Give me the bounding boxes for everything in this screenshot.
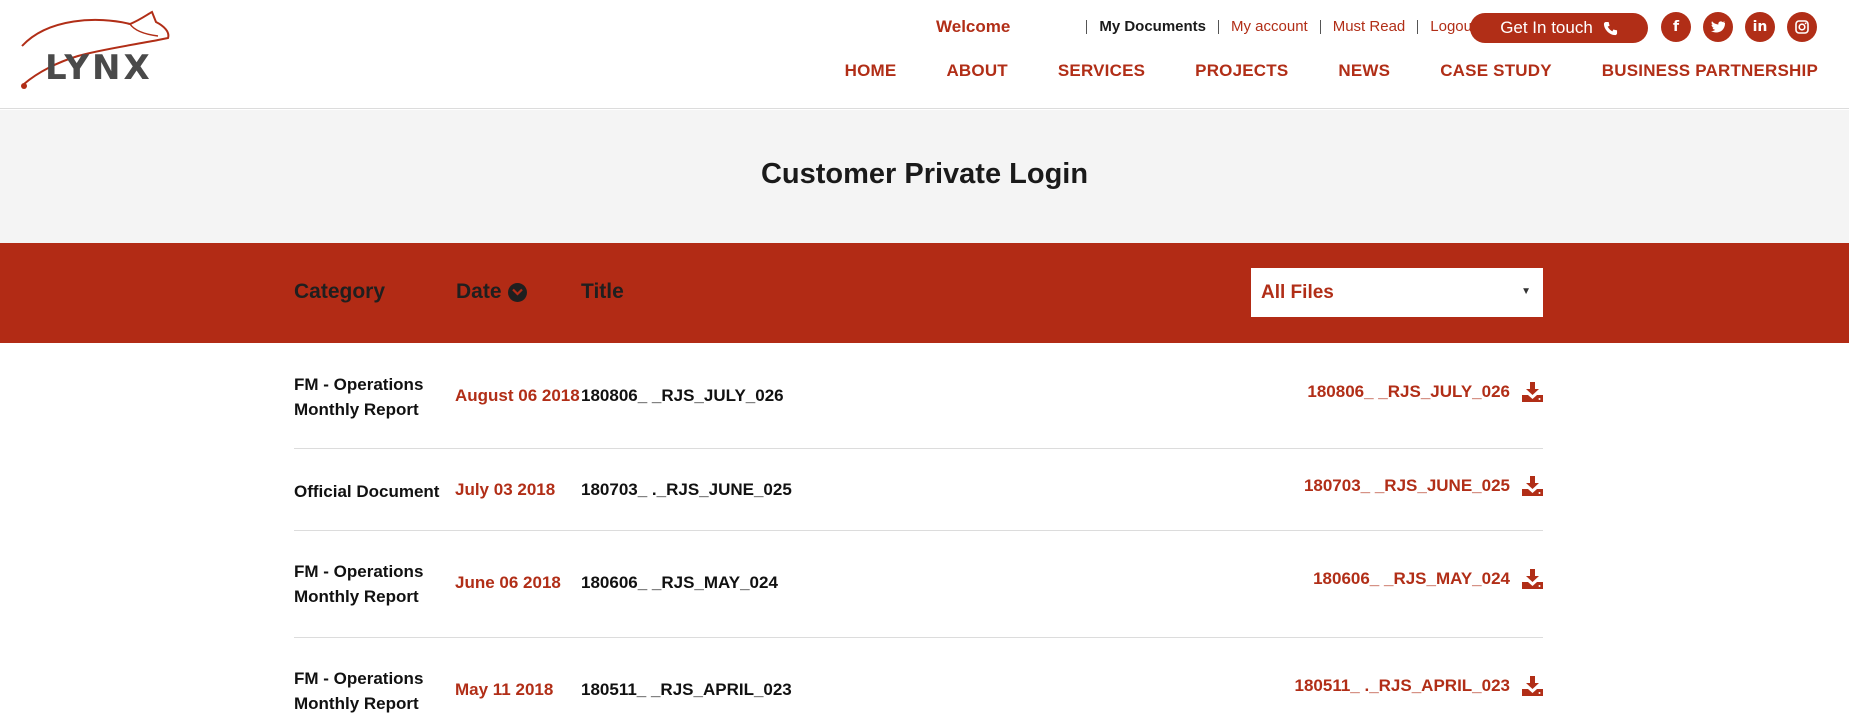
my-account-link[interactable]: My account [1218,19,1320,34]
row-title: 180606_ _RJS_MAY_024 [581,573,778,592]
title-column-header: Title [581,280,624,303]
download-file-name: 180703_ _RJS_JUNE_025 [1303,476,1510,495]
nav-services[interactable]: SERVICES [1058,61,1145,81]
phone-icon [1603,21,1617,35]
nav-about[interactable]: ABOUT [946,61,1007,81]
linkedin-icon[interactable]: in [1745,12,1775,42]
nav-case-study[interactable]: CASE STUDY [1440,61,1552,81]
download-link[interactable]: 180606_ _RJS_MAY_024 [1313,569,1543,589]
nav-home[interactable]: HOME [845,61,897,81]
category-column-header: Category [294,280,386,303]
row-category: FM - Operations Monthly Report [294,669,424,713]
get-in-touch-button[interactable]: Get In touch [1470,13,1648,43]
chevron-down-circle-icon[interactable] [507,282,527,302]
caret-down-icon: ▼ [1521,286,1531,297]
top-utility-bar: Welcome My Documents My account Must Rea… [936,16,1498,38]
main-nav: HOME ABOUT SERVICES PROJECTS NEWS CASE S… [845,61,1818,81]
row-category: FM - Operations Monthly Report [294,562,424,606]
table-row: FM - Operations Monthly Report June 06 2… [294,531,1543,638]
download-file-name: 180511_ ._RJS_APRIL_023 [1294,676,1511,695]
table-row: FM - Operations Monthly Report August 06… [294,343,1543,449]
must-read-link[interactable]: Must Read [1319,19,1418,34]
download-file-name: 180806_ _RJS_JULY_026 [1307,382,1510,401]
documents-table-header: Category Date Title All Files ▼ [0,243,1849,343]
download-icon[interactable] [1522,476,1543,496]
nav-business-partnership[interactable]: BUSINESS PARTNERSHIP [1602,61,1818,81]
download-file-name: 180606_ _RJS_MAY_024 [1313,569,1510,588]
table-row: FM - Operations Monthly Report May 11 20… [294,638,1543,728]
date-header-label: Date [456,280,502,303]
site-header: LYNX Welcome My Documents My account Mus… [0,0,1849,109]
nav-news[interactable]: NEWS [1338,61,1390,81]
row-date: August 06 2018 [455,386,580,405]
table-row: Official Document July 03 2018 180703_ .… [294,449,1543,531]
instagram-icon[interactable] [1787,12,1817,42]
download-link[interactable]: 180511_ ._RJS_APRIL_023 [1294,676,1543,696]
logo-text: LYNX [45,48,153,88]
file-filter-value: All Files [1261,281,1334,303]
row-date: May 11 2018 [455,680,554,699]
file-filter-select[interactable]: All Files ▼ [1251,268,1543,317]
download-icon[interactable] [1522,676,1543,696]
download-link[interactable]: 180703_ _RJS_JUNE_025 [1304,476,1543,496]
welcome-text: Welcome [936,17,1011,36]
row-title: 180703_ ._RJS_JUNE_025 [581,480,792,499]
get-in-touch-label: Get In touch [1500,18,1593,37]
twitter-icon[interactable] [1703,12,1733,42]
row-date: July 03 2018 [455,480,556,499]
page-title: Customer Private Login [760,158,1089,190]
download-icon[interactable] [1522,382,1543,402]
row-category: FM - Operations Monthly Report [294,375,424,419]
facebook-icon[interactable]: f [1661,12,1691,42]
nav-projects[interactable]: PROJECTS [1195,61,1288,81]
title-band: Customer Private Login [0,110,1849,243]
download-link[interactable]: 180806_ _RJS_JULY_026 [1307,382,1543,402]
row-title: 180806_ _RJS_JULY_026 [581,386,784,405]
date-column-header[interactable]: Date [456,280,527,304]
lynx-logo[interactable]: LYNX [18,10,180,94]
row-category: Official Document [294,482,440,501]
my-documents-link[interactable]: My Documents [1086,19,1218,34]
row-title: 180511_ _RJS_APRIL_023 [581,680,792,699]
row-date: June 06 2018 [455,573,561,592]
download-icon[interactable] [1522,569,1543,589]
